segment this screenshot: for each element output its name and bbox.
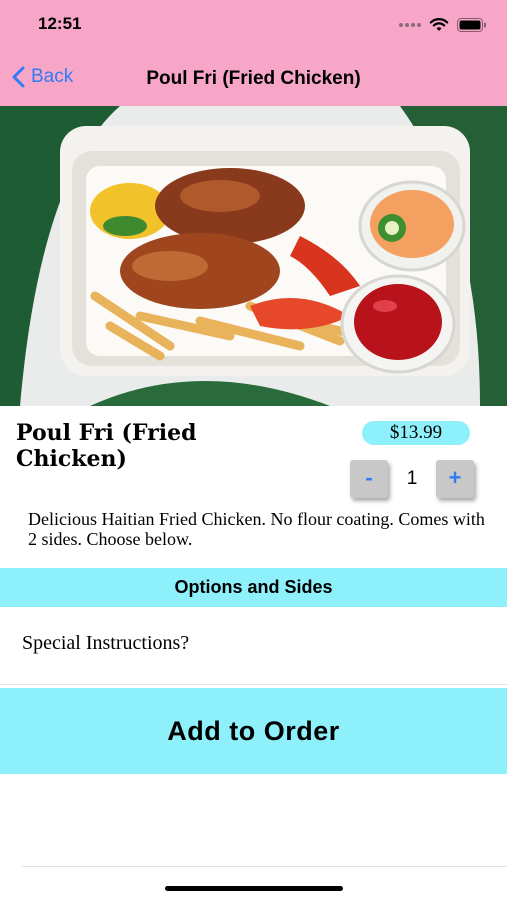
divider (22, 866, 507, 867)
quantity-value: 1 (406, 468, 418, 489)
wifi-icon (429, 18, 449, 31)
item-description: Delicious Haitian Fried Chicken. No flou… (28, 509, 485, 549)
home-indicator (165, 886, 343, 891)
item-name: Poul Fri (Fried Chicken) (16, 420, 197, 472)
quantity-stepper: - 1 + (350, 460, 474, 500)
status-icons (399, 14, 487, 36)
status-time: 12:51 (38, 14, 82, 33)
decrement-button[interactable]: - (350, 460, 388, 498)
special-instructions-field[interactable]: Special Instructions? (22, 632, 189, 655)
increment-button[interactable]: + (436, 460, 474, 498)
navigation-header: 12:51 Back Poul Fri (Fried Chicken) (0, 0, 507, 106)
options-and-sides-header[interactable]: Options and Sides (0, 568, 507, 607)
signal-icon (399, 23, 421, 27)
food-photo (0, 106, 507, 406)
price-badge: $13.99 (362, 421, 470, 445)
page-title: Poul Fri (Fried Chicken) (146, 68, 361, 89)
divider (0, 684, 507, 685)
battery-icon (457, 18, 486, 32)
add-to-order-button[interactable]: Add to Order (0, 688, 507, 774)
